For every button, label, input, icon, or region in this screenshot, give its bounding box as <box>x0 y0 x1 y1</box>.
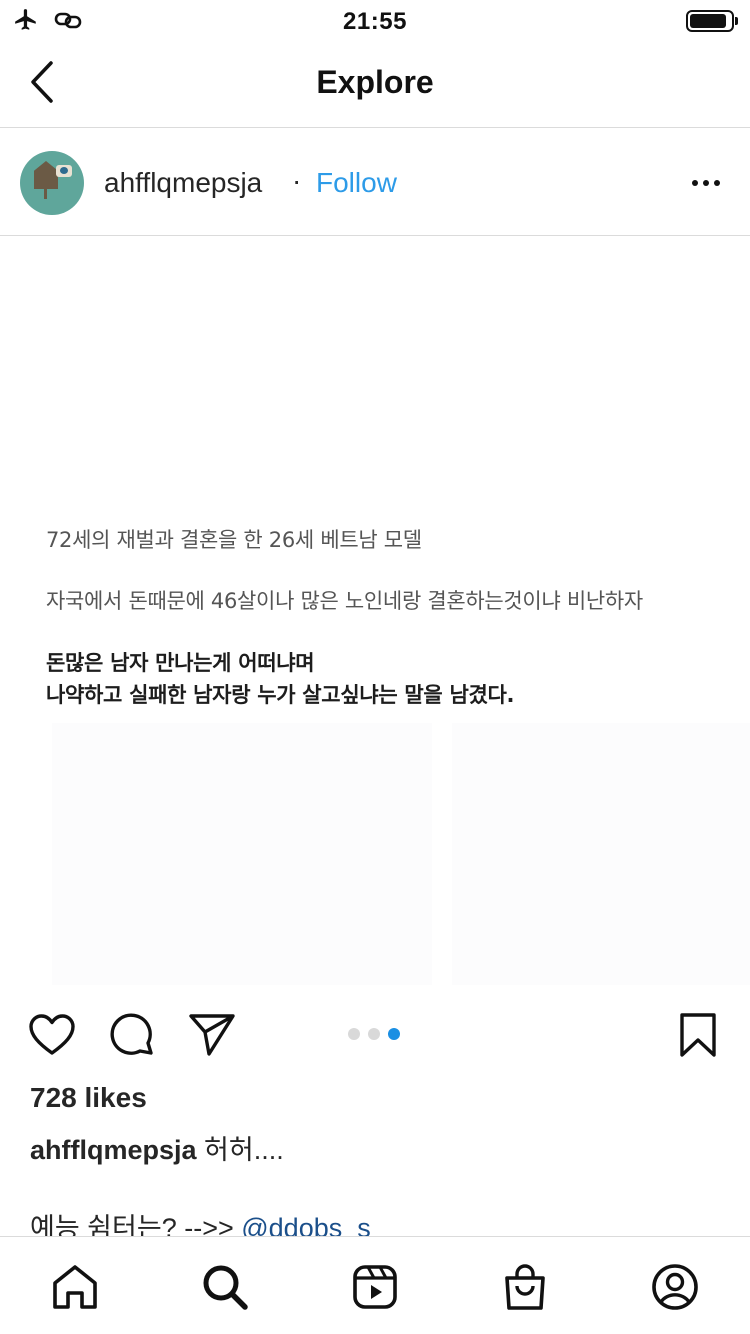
tab-reels[interactable] <box>349 1261 401 1313</box>
post-username[interactable]: ahfflqmepsja <box>104 167 262 199</box>
post-actions <box>0 997 750 1077</box>
post-header: ahfflqmepsja · Follow <box>0 129 750 236</box>
save-button[interactable] <box>674 1011 722 1059</box>
heart-icon <box>29 1014 75 1055</box>
separator-dot: · <box>292 165 302 196</box>
carousel-dot <box>388 1028 400 1040</box>
send-icon <box>189 1014 235 1056</box>
caption-username[interactable]: ahfflqmepsja <box>30 1135 197 1165</box>
status-time: 21:55 <box>343 8 407 35</box>
carousel-dot <box>368 1028 380 1040</box>
tab-shop[interactable] <box>499 1261 551 1313</box>
post-image[interactable]: 72세의 재벌과 결혼을 한 26세 베트남 모델 자국에서 돈때문에 46살이… <box>0 237 750 997</box>
page-title: Explore <box>316 64 434 100</box>
battery-level <box>690 14 726 28</box>
reels-icon <box>353 1265 397 1309</box>
bottom-tab-bar <box>0 1236 750 1334</box>
search-icon <box>203 1265 248 1310</box>
avatar[interactable] <box>20 151 84 215</box>
carousel-indicator <box>348 1028 400 1040</box>
like-button[interactable] <box>28 1011 76 1059</box>
post-image-text-line1: 72세의 재벌과 결혼을 한 26세 베트남 모델 <box>46 528 422 552</box>
tab-search[interactable] <box>199 1261 251 1313</box>
follow-button[interactable]: Follow <box>316 167 397 199</box>
post-image-text-line4: 나약하고 실패한 남자랑 누가 살고싶냐는 말을 남겼다. <box>46 683 515 707</box>
likes-count[interactable]: 728 likes <box>30 1082 147 1114</box>
tab-home[interactable] <box>49 1261 101 1313</box>
post-image-text-line3: 돈많은 남자 만나는게 어떠냐며 <box>46 651 315 675</box>
post-image-text-line2: 자국에서 돈때문에 46살이나 많은 노인네랑 결혼하는것이냐 비난하자 <box>46 589 643 613</box>
status-bar: 21:55 <box>0 0 750 40</box>
nav-header: Explore <box>0 40 750 128</box>
tab-profile[interactable] <box>649 1261 701 1313</box>
comment-button[interactable] <box>108 1011 156 1059</box>
comment-icon <box>110 1013 153 1055</box>
profile-icon <box>652 1264 698 1310</box>
carousel-dot <box>348 1028 360 1040</box>
more-horizontal-icon <box>692 180 698 186</box>
shop-icon <box>505 1264 545 1310</box>
share-button[interactable] <box>188 1011 236 1059</box>
bookmark-icon <box>680 1013 716 1057</box>
more-options-button[interactable] <box>686 165 726 201</box>
home-icon <box>53 1265 97 1309</box>
caption: ahfflqmepsja 허허.... <box>30 1128 284 1167</box>
battery-icon <box>686 10 738 32</box>
caption-text: 허허.... <box>196 1135 284 1165</box>
